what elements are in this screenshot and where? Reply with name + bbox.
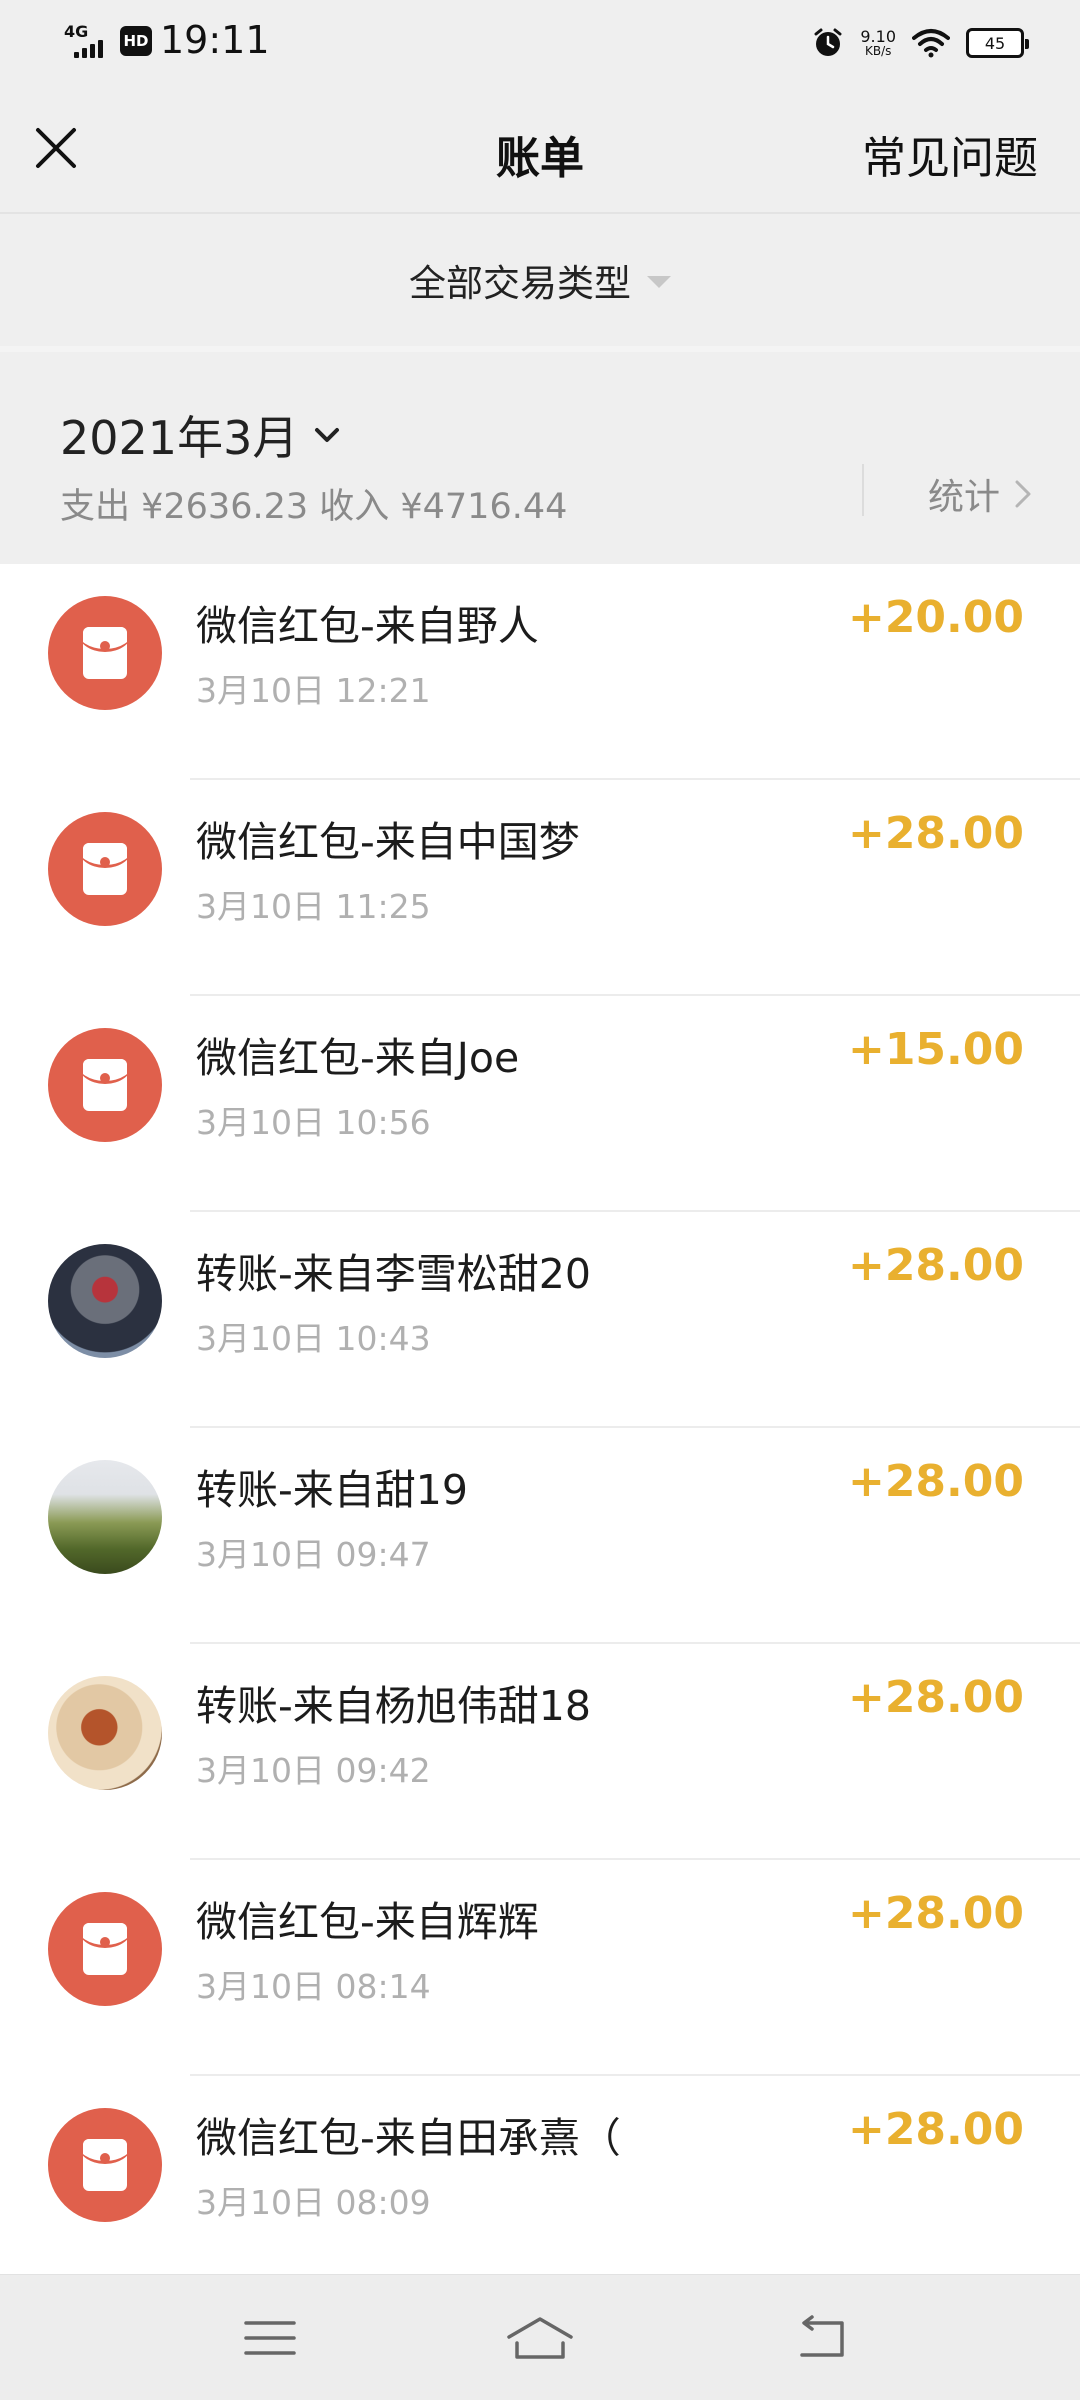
red-packet-icon xyxy=(48,1892,162,2006)
transaction-time: 3月10日 08:14 xyxy=(196,1967,431,2006)
signal-icon: 4G xyxy=(60,22,108,58)
network-type: 4G xyxy=(64,22,89,41)
red-packet-icon xyxy=(48,812,162,926)
transaction-row[interactable]: 转账-来自杨旭伟甜18 3月10日 09:42 +28.00 xyxy=(0,1644,1080,1860)
transaction-title: 微信红包-来自野人 xyxy=(196,602,539,650)
transaction-row[interactable]: 微信红包-来自野人 3月10日 12:21 +20.00 xyxy=(0,564,1080,780)
red-packet-icon xyxy=(48,596,162,710)
bill-page: 4G HD 19:11 9.10 KB/s 45 账单 常见问题 全部交易类型 … xyxy=(0,0,1080,2400)
transaction-amount: +28.00 xyxy=(847,1672,1024,1723)
month-label: 2021年3月 xyxy=(60,411,299,465)
transaction-title: 微信红包-来自中国梦 xyxy=(196,818,580,866)
transaction-time: 3月10日 10:56 xyxy=(196,1103,431,1142)
transaction-amount: +28.00 xyxy=(847,808,1024,859)
home-icon[interactable] xyxy=(505,2313,575,2363)
avatar xyxy=(48,1676,162,1790)
faq-button[interactable]: 常见问题 xyxy=(862,122,1038,186)
transaction-title: 转账-来自杨旭伟甜18 xyxy=(196,1682,591,1730)
divider xyxy=(862,464,864,516)
system-nav-bar xyxy=(0,2274,1080,2400)
transaction-amount: +28.00 xyxy=(847,1240,1024,1291)
transaction-type-filter[interactable]: 全部交易类型 xyxy=(0,214,1080,346)
transaction-title: 微信红包-来自田承熹（ xyxy=(196,2114,621,2162)
transaction-row[interactable]: 转账-来自李雪松甜20 3月10日 10:43 +28.00 xyxy=(0,1212,1080,1428)
status-bar: 4G HD 19:11 9.10 KB/s 45 xyxy=(0,0,1080,84)
transaction-row[interactable]: 微信红包-来自田承熹（ 3月10日 08:09 +28.00 xyxy=(0,2076,1080,2292)
filter-label: 全部交易类型 xyxy=(409,262,631,305)
network-speed: 9.10 KB/s xyxy=(860,27,896,58)
transaction-time: 3月10日 12:21 xyxy=(196,671,431,710)
transaction-time: 3月10日 08:09 xyxy=(196,2183,431,2222)
transaction-title: 转账-来自李雪松甜20 xyxy=(196,1250,591,1298)
transaction-row[interactable]: 微信红包-来自Joe 3月10日 10:56 +15.00 xyxy=(0,996,1080,1212)
statistics-label: 统计 xyxy=(927,477,1000,518)
caret-down-icon xyxy=(647,276,671,288)
month-picker[interactable]: 2021年3月 xyxy=(60,402,342,468)
month-summary: 2021年3月 支出 ¥2636.23 收入 ¥4716.44 统计 xyxy=(0,346,1080,564)
transaction-title: 转账-来自甜19 xyxy=(196,1466,468,1514)
red-packet-icon xyxy=(48,1028,162,1142)
transaction-list: 微信红包-来自野人 3月10日 12:21 +20.00 微信红包-来自中国梦 … xyxy=(0,564,1080,2292)
avatar xyxy=(48,1244,162,1358)
transaction-amount: +28.00 xyxy=(847,1888,1024,1939)
status-time: 19:11 xyxy=(160,18,270,62)
wifi-icon xyxy=(912,29,950,58)
transaction-amount: +28.00 xyxy=(847,2104,1024,2155)
transaction-amount: +20.00 xyxy=(847,592,1024,643)
menu-icon[interactable] xyxy=(240,2313,300,2363)
month-totals: 支出 ¥2636.23 收入 ¥4716.44 xyxy=(60,487,568,527)
transaction-time: 3月10日 09:42 xyxy=(196,1751,431,1790)
transaction-amount: +28.00 xyxy=(847,1456,1024,1507)
transaction-title: 微信红包-来自辉辉 xyxy=(196,1898,539,1946)
nav-bar: 账单 常见问题 xyxy=(0,84,1080,214)
transaction-time: 3月10日 11:25 xyxy=(196,887,431,926)
avatar xyxy=(48,1460,162,1574)
transaction-row[interactable]: 微信红包-来自辉辉 3月10日 08:14 +28.00 xyxy=(0,1860,1080,2076)
transaction-row[interactable]: 微信红包-来自中国梦 3月10日 11:25 +28.00 xyxy=(0,780,1080,996)
back-icon[interactable] xyxy=(792,2313,852,2363)
transaction-row[interactable]: 转账-来自甜19 3月10日 09:47 +28.00 xyxy=(0,1428,1080,1644)
statistics-button[interactable]: 统计 xyxy=(928,468,1034,520)
transaction-time: 3月10日 09:47 xyxy=(196,1535,431,1574)
chevron-down-icon xyxy=(315,428,340,442)
chevron-right-icon xyxy=(1015,480,1031,508)
alarm-icon xyxy=(814,28,842,56)
red-packet-icon xyxy=(48,2108,162,2222)
transaction-time: 3月10日 10:43 xyxy=(196,1319,431,1358)
transaction-title: 微信红包-来自Joe xyxy=(196,1034,520,1082)
hd-badge: HD xyxy=(120,26,152,56)
battery-icon: 45 xyxy=(966,28,1029,58)
transaction-amount: +15.00 xyxy=(847,1024,1024,1075)
